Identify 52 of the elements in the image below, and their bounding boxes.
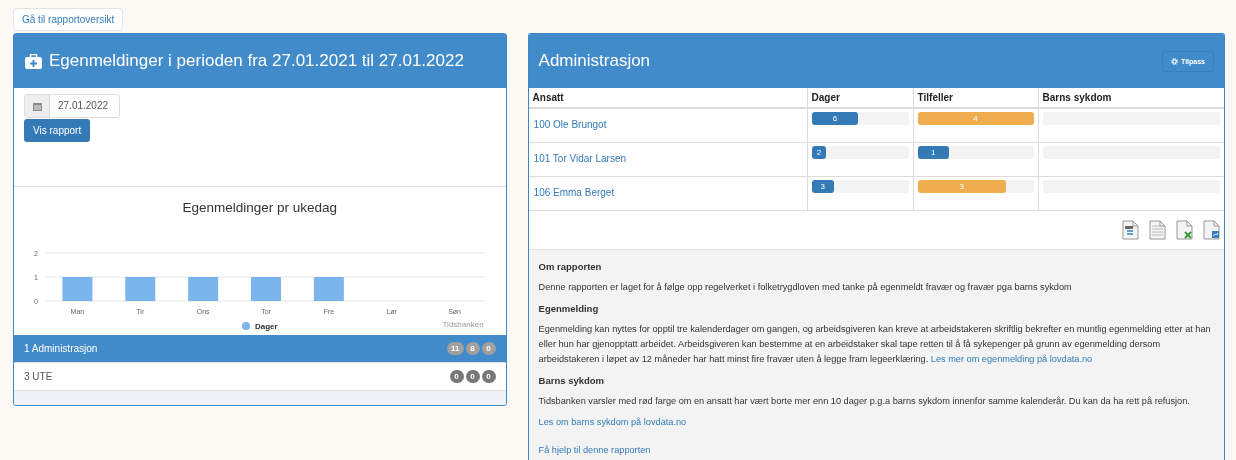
- department-item[interactable]: 1 Administrasjon 11 8 0: [14, 335, 506, 363]
- section-heading: Egenmelding: [538, 302, 600, 316]
- count-badge: 0: [449, 370, 464, 383]
- medical-kit-icon: [25, 53, 42, 69]
- legend-label: Dager: [255, 322, 278, 331]
- chart-credit: Tidsbanken: [442, 320, 484, 329]
- bar-fill: 3: [811, 180, 834, 193]
- column-header: Barns sykdom: [1038, 88, 1224, 108]
- employee-link[interactable]: 100 Ole Brungot: [533, 119, 607, 130]
- bar-fill: 2: [811, 146, 827, 159]
- employee-link[interactable]: 106 Emma Berget: [533, 187, 615, 198]
- table-document-icon[interactable]: [1149, 220, 1166, 240]
- bar-fill: 4: [917, 112, 1034, 125]
- chart-bar: [125, 277, 156, 301]
- panel-title: Egenmeldinger i perioden fra 27.01.2021 til 27.01.2022: [49, 51, 464, 71]
- info-link[interactable]: Les om barns sykdom på lovdata.no: [538, 415, 687, 430]
- count-badge: 0: [481, 342, 496, 355]
- chart-bar: [62, 277, 93, 301]
- employee-link[interactable]: 101 Tor Vidar Larsen: [533, 153, 627, 164]
- section-text: Egenmelding kan nyttes for opptil tre kalenderdager om gangen, og arbeidsgiveren kan kreve at arbeidstakeren skriftlig bekrefter en muntlig egenmelding etter at han eller hun har gjenopptatt arbeidet. Arbeidsgiveren kan bestemme at en arbeidstaker skal tape retten til å få sykepenger på grunn av egenmelding dersom arbeidstakeren i løpet av 12 måneder har hatt minst fire fravær uten å legge fram legeerklæring. Les mer om egenmelding på lovdata.no: [538, 323, 1212, 366]
- bar-fill: 3: [917, 180, 1006, 193]
- spreadsheet-document-icon[interactable]: [1176, 220, 1193, 240]
- section-heading: Om rapporten: [538, 260, 603, 274]
- legend-item[interactable]: Dager: [242, 322, 278, 331]
- chart-bar: [251, 277, 281, 301]
- count-badge: 0: [465, 370, 480, 383]
- chart-document-icon[interactable]: [1203, 220, 1220, 240]
- chart-bar: [313, 277, 344, 301]
- info-link[interactable]: Få hjelp til denne rapporten: [538, 443, 651, 458]
- section-text: Denne rapporten er laget for å følge opp regelverket i folketrygdloven med tanke på egenmeldt fravær og fravær pga barns sykdom: [538, 281, 1073, 294]
- bar-fill: 1: [917, 146, 949, 159]
- column-header: Ansatt: [528, 88, 808, 108]
- section-text: Tidsbanken varsler med rød farge om en ansatt har vært borte mer enn 10 dager p.g.a barns sykdom innenfor samme kalenderår. Du kan da ha rett på refusjon.: [538, 395, 1191, 408]
- department-name: 1 Administrasjon: [24, 343, 98, 354]
- lovdata-link[interactable]: Les mer om egenmelding på lovdata.no: [930, 354, 1093, 364]
- department-name: 3 UTE: [24, 371, 53, 382]
- date-field[interactable]: 27.01.2022: [24, 94, 120, 118]
- settings-icon: [1171, 57, 1178, 65]
- bar-fill: 6: [811, 112, 859, 125]
- count-badge: 0: [481, 370, 496, 383]
- section-heading: Barns sykdom: [538, 374, 606, 388]
- column-header: Dager: [807, 88, 914, 108]
- chart-title: Egenmeldinger pr ukedag: [181, 199, 339, 215]
- chart-bar: [188, 277, 219, 301]
- panel-title: Administrasjon: [538, 51, 651, 71]
- count-badge: 11: [447, 342, 464, 355]
- show-report-button[interactable]: Vis rapport: [24, 119, 91, 142]
- column-header: Tilfeller: [913, 88, 1039, 108]
- count-badge: 8: [465, 342, 480, 355]
- back-button[interactable]: Gå til rapportoversikt: [13, 8, 124, 31]
- calendar-icon: [32, 101, 42, 111]
- export-document-icon[interactable]: [1122, 220, 1139, 240]
